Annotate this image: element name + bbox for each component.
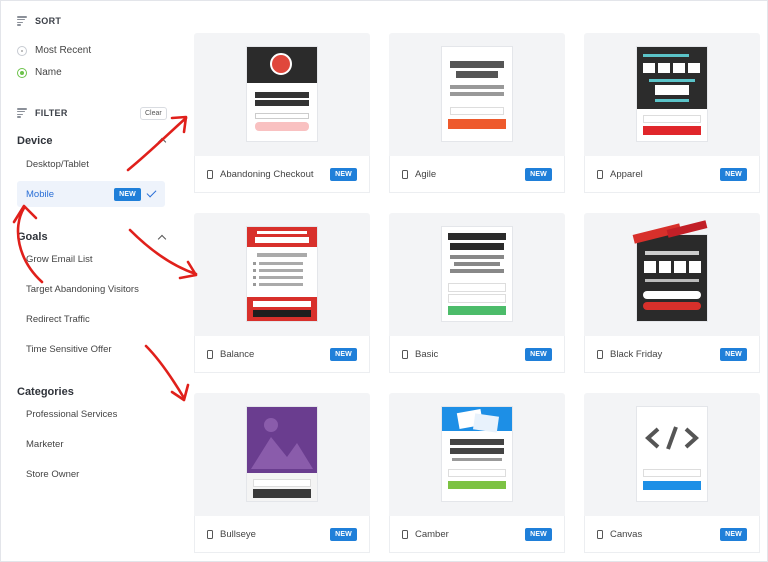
template-card-footer: Canvas NEW [584, 516, 760, 553]
mobile-phone-icon [597, 529, 603, 539]
radio-selected-icon [17, 67, 27, 78]
template-name: Black Friday [610, 348, 663, 360]
filter-header: FILTER [17, 108, 68, 118]
template-card-footer: Apparel NEW [584, 156, 760, 193]
template-card-apparel[interactable]: Apparel NEW [584, 33, 760, 193]
template-card-canvas[interactable]: Canvas NEW [584, 393, 760, 553]
template-name: Apparel [610, 168, 643, 180]
template-card-footer: Bullseye NEW [194, 516, 370, 553]
template-card-footer: Abandoning Checkout NEW [194, 156, 370, 193]
categories-group-title: Categories [17, 386, 74, 398]
category-item[interactable]: Marketer [26, 439, 63, 450]
sort-option-label: Most Recent [35, 45, 92, 56]
new-badge: NEW [720, 527, 747, 541]
mobile-phone-icon [402, 349, 408, 359]
sort-option-most-recent[interactable]: Most Recent [17, 45, 91, 56]
template-card-footer: Black Friday NEW [584, 336, 760, 373]
template-card-basic[interactable]: Basic NEW [389, 213, 565, 373]
mobile-phone-icon [207, 169, 213, 179]
template-card-bullseye[interactable]: Bullseye NEW [194, 393, 370, 553]
category-item[interactable]: Professional Services [26, 409, 117, 420]
template-name: Basic [415, 348, 439, 360]
template-card-abandoning-checkout[interactable]: Abandoning Checkout NEW [194, 33, 370, 193]
filter-sidebar: SORT Most Recent Name FILTER Clear Devic… [0, 0, 180, 562]
filter-icon [17, 108, 27, 118]
filter-title: FILTER [35, 108, 68, 118]
template-preview [389, 393, 565, 516]
template-name: Agile [415, 168, 437, 180]
template-card-footer: Basic NEW [389, 336, 565, 373]
new-badge: NEW [330, 167, 357, 181]
goals-group-title: Goals [17, 231, 48, 243]
clear-filters-button[interactable]: Clear [140, 107, 167, 120]
template-card-footer: Camber NEW [389, 516, 565, 553]
new-badge: NEW [114, 187, 141, 201]
template-name: Bullseye [220, 528, 256, 540]
template-preview [194, 213, 370, 336]
template-preview [584, 213, 760, 336]
template-name: Abandoning Checkout [220, 168, 314, 180]
device-item-label: Mobile [26, 188, 54, 200]
template-card-camber[interactable]: Camber NEW [389, 393, 565, 553]
chevron-up-icon[interactable] [157, 137, 167, 147]
template-preview [194, 33, 370, 156]
sort-option-label: Name [35, 67, 62, 78]
device-item-mobile[interactable]: Mobile NEW [17, 181, 165, 207]
template-card-agile[interactable]: Agile NEW [389, 33, 565, 193]
mobile-phone-icon [597, 349, 603, 359]
template-preview [194, 393, 370, 516]
mobile-phone-icon [207, 349, 213, 359]
device-group-title: Device [17, 135, 53, 147]
template-card-footer: Agile NEW [389, 156, 565, 193]
new-badge: NEW [330, 527, 357, 541]
template-preview [584, 33, 760, 156]
code-icon [645, 426, 699, 450]
sort-title: SORT [35, 16, 62, 26]
device-item-desktop-tablet[interactable]: Desktop/Tablet [26, 159, 89, 170]
goal-item[interactable]: Grow Email List [26, 254, 93, 265]
goal-item[interactable]: Redirect Traffic [26, 314, 90, 325]
new-badge: NEW [525, 347, 552, 361]
new-badge: NEW [720, 167, 747, 181]
check-icon [146, 187, 157, 198]
chevron-up-icon[interactable] [157, 234, 167, 244]
mobile-phone-icon [402, 169, 408, 179]
sort-icon [17, 16, 27, 26]
new-badge: NEW [330, 347, 357, 361]
sort-option-name[interactable]: Name [17, 67, 62, 78]
mobile-phone-icon [402, 529, 408, 539]
template-card-footer: Balance NEW [194, 336, 370, 373]
template-name: Balance [220, 348, 255, 360]
template-name: Camber [415, 528, 449, 540]
template-preview [584, 393, 760, 516]
new-badge: NEW [525, 527, 552, 541]
radio-icon [17, 45, 27, 56]
mobile-phone-icon [597, 169, 603, 179]
template-card-black-friday[interactable]: Black Friday NEW [584, 213, 760, 373]
template-card-balance[interactable]: Balance NEW [194, 213, 370, 373]
goal-item[interactable]: Time Sensitive Offer [26, 344, 112, 355]
new-badge: NEW [720, 347, 747, 361]
new-badge: NEW [525, 167, 552, 181]
sort-header: SORT [17, 16, 61, 26]
mobile-phone-icon [207, 529, 213, 539]
template-preview [389, 213, 565, 336]
category-item[interactable]: Store Owner [26, 469, 79, 480]
goal-item[interactable]: Target Abandoning Visitors [26, 284, 139, 295]
template-preview [389, 33, 565, 156]
template-name: Canvas [610, 528, 643, 540]
